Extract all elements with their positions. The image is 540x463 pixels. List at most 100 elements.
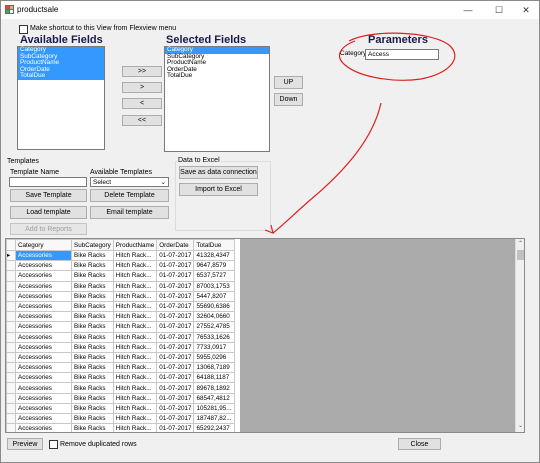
- table-cell[interactable]: 01-07-2017: [156, 249, 195, 262]
- table-cell[interactable]: 01-07-2017: [156, 402, 195, 415]
- row-header[interactable]: [6, 372, 16, 384]
- table-cell[interactable]: 5955,0296: [193, 351, 235, 364]
- table-cell[interactable]: 01-07-2017: [156, 362, 195, 374]
- table-cell[interactable]: Accessories: [15, 249, 72, 262]
- column-header[interactable]: Category: [15, 239, 72, 251]
- table-cell[interactable]: Hitch Rack...: [112, 362, 158, 374]
- table-cell[interactable]: Accessories: [15, 300, 72, 313]
- table-cell[interactable]: Bike Racks: [71, 392, 114, 404]
- table-cell[interactable]: Hitch Rack...: [112, 392, 158, 404]
- row-header[interactable]: [6, 280, 16, 292]
- delete-template-button[interactable]: Delete Template: [90, 189, 169, 202]
- table-cell[interactable]: 7733,0917: [193, 341, 235, 353]
- row-header[interactable]: [6, 423, 16, 432]
- table-cell[interactable]: 01-07-2017: [156, 321, 195, 333]
- table-cell[interactable]: Hitch Rack...: [112, 249, 158, 262]
- table-cell[interactable]: Hitch Rack...: [112, 341, 158, 353]
- table-cell[interactable]: 01-07-2017: [156, 382, 195, 394]
- table-cell[interactable]: 01-07-2017: [156, 372, 195, 384]
- table-cell[interactable]: Bike Racks: [71, 412, 114, 425]
- available-templates-select[interactable]: Select ⌄: [90, 177, 169, 187]
- remove-duplicates-checkbox[interactable]: [49, 440, 58, 449]
- table-cell[interactable]: Hitch Rack...: [112, 280, 158, 292]
- table-cell[interactable]: Hitch Rack...: [112, 382, 158, 394]
- table-row[interactable]: Accessories Bike Racks Hitch Rack... 01-07-…: [6, 280, 235, 292]
- table-cell[interactable]: Accessories: [15, 321, 72, 333]
- table-cell[interactable]: Hitch Rack...: [112, 412, 158, 425]
- table-cell[interactable]: Bike Racks: [71, 351, 114, 364]
- table-cell[interactable]: 32604,0660: [193, 311, 235, 323]
- row-header[interactable]: [6, 382, 16, 394]
- shortcut-checkbox[interactable]: [19, 25, 28, 34]
- available-fields-list[interactable]: Category SubCategory ProductName OrderDate T…: [17, 46, 105, 150]
- list-item[interactable]: TotalDue: [18, 73, 104, 80]
- row-header[interactable]: [6, 341, 16, 353]
- table-cell[interactable]: 27552,4785: [193, 321, 235, 333]
- column-header[interactable]: SubCategory: [71, 239, 114, 251]
- move-all-right-button[interactable]: >>: [122, 66, 162, 77]
- move-all-left-button[interactable]: <<: [122, 115, 162, 126]
- table-row[interactable]: Accessories Bike Racks Hitch Rack... 01-07-…: [6, 300, 235, 313]
- table-row[interactable]: Accessories Bike Racks Hitch Rack... 01-07-…: [6, 362, 235, 374]
- table-cell[interactable]: 87003,1753: [193, 280, 235, 292]
- column-header[interactable]: TotalDue: [193, 239, 235, 251]
- table-cell[interactable]: Hitch Rack...: [112, 311, 158, 323]
- load-template-button[interactable]: Load template: [10, 206, 87, 219]
- maximize-button[interactable]: ☐: [488, 3, 510, 17]
- table-cell[interactable]: 01-07-2017: [156, 280, 195, 292]
- add-to-reports-button[interactable]: Add to Reports: [10, 223, 87, 235]
- table-cell[interactable]: 01-07-2017: [156, 331, 195, 343]
- table-cell[interactable]: Accessories: [15, 280, 72, 292]
- table-cell[interactable]: 01-07-2017: [156, 412, 195, 425]
- table-row[interactable]: Accessories Bike Racks Hitch Rack... 01-07-…: [6, 260, 235, 272]
- close-button[interactable]: Close: [398, 438, 441, 450]
- table-cell[interactable]: Bike Racks: [71, 311, 114, 323]
- table-cell[interactable]: 41328,4347: [193, 249, 235, 262]
- table-cell[interactable]: Hitch Rack...: [112, 270, 158, 282]
- column-header[interactable]: ProductName: [112, 239, 158, 251]
- data-grid[interactable]: Category SubCategory ProductName OrderDate T…: [5, 238, 525, 433]
- close-window-button[interactable]: ✕: [515, 3, 537, 17]
- table-cell[interactable]: 01-07-2017: [156, 270, 195, 282]
- table-row[interactable]: Accessories Bike Racks Hitch Rack... 01-07-…: [6, 270, 235, 282]
- list-item[interactable]: TotalDue: [165, 73, 269, 80]
- table-row[interactable]: Accessories Bike Racks Hitch Rack... 01-07-…: [6, 402, 235, 415]
- row-header[interactable]: [6, 260, 16, 272]
- table-cell[interactable]: Hitch Rack...: [112, 351, 158, 364]
- table-cell[interactable]: Accessories: [15, 260, 72, 272]
- category-parameter-input[interactable]: Access: [365, 49, 439, 60]
- table-cell[interactable]: Accessories: [15, 423, 72, 432]
- table-cell[interactable]: Bike Racks: [71, 300, 114, 313]
- table-cell[interactable]: Bike Racks: [71, 260, 114, 272]
- row-header[interactable]: [6, 412, 16, 425]
- save-template-button[interactable]: Save Template: [10, 189, 87, 202]
- table-cell[interactable]: Hitch Rack...: [112, 372, 158, 384]
- table-cell[interactable]: Accessories: [15, 382, 72, 394]
- table-cell[interactable]: Hitch Rack...: [112, 402, 158, 415]
- table-row[interactable]: Accessories Bike Racks Hitch Rack... 01-07-…: [6, 423, 235, 432]
- table-cell[interactable]: 01-07-2017: [156, 290, 195, 302]
- table-cell[interactable]: Accessories: [15, 402, 72, 415]
- table-cell[interactable]: Hitch Rack...: [112, 300, 158, 313]
- grid-vertical-scrollbar[interactable]: ⌃ ⌄: [515, 239, 524, 432]
- email-template-button[interactable]: Email template: [90, 206, 169, 219]
- table-row[interactable]: Accessories Bike Racks Hitch Rack... 01-07-…: [6, 372, 235, 384]
- row-header[interactable]: [6, 270, 16, 282]
- table-cell[interactable]: 01-07-2017: [156, 392, 195, 404]
- table-row[interactable]: Accessories Bike Racks Hitch Rack... 01-07-…: [6, 412, 235, 425]
- table-cell[interactable]: 01-07-2017: [156, 260, 195, 272]
- table-cell[interactable]: Accessories: [15, 351, 72, 364]
- table-row[interactable]: Accessories Bike Racks Hitch Rack... 01-07-…: [6, 351, 235, 364]
- table-cell[interactable]: Bike Racks: [71, 372, 114, 384]
- column-header[interactable]: OrderDate: [156, 239, 195, 251]
- table-cell[interactable]: Hitch Rack...: [112, 290, 158, 302]
- table-cell[interactable]: 89678,1892: [193, 382, 235, 394]
- selected-fields-list[interactable]: Category SubCategory ProductName OrderDate T…: [164, 46, 270, 152]
- table-cell[interactable]: Bike Racks: [71, 321, 114, 333]
- move-down-button[interactable]: Down: [274, 93, 303, 106]
- table-cell[interactable]: Bike Racks: [71, 270, 114, 282]
- table-row[interactable]: Accessories Bike Racks Hitch Rack... 01-07-…: [6, 321, 235, 333]
- import-to-excel-button[interactable]: Import to Excel: [179, 183, 258, 196]
- table-cell[interactable]: 68547,4812: [193, 392, 235, 404]
- row-header[interactable]: [6, 362, 16, 374]
